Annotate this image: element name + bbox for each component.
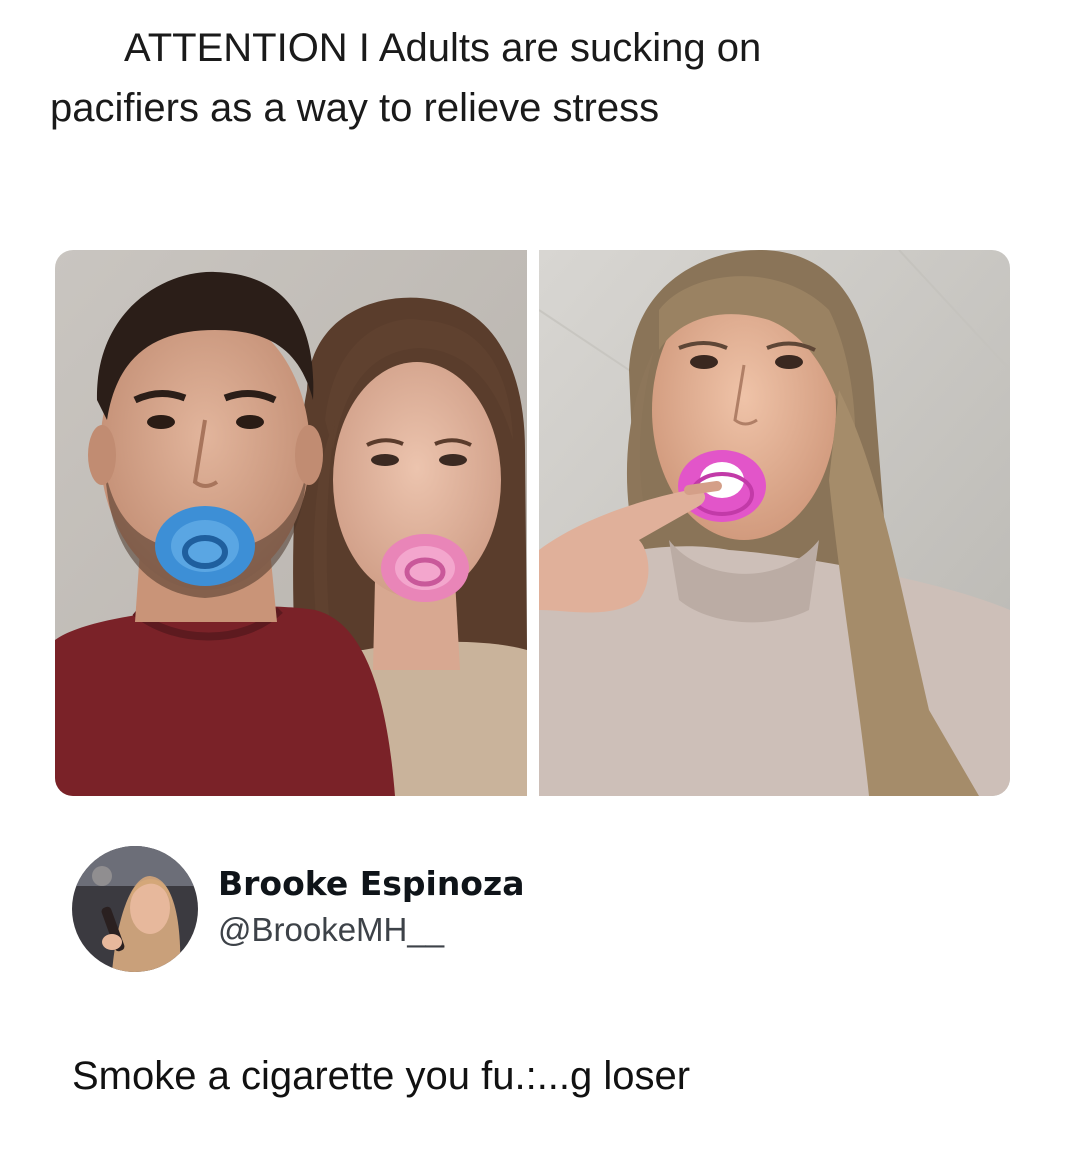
author-display-name[interactable]: Brooke Espinoza bbox=[218, 860, 524, 908]
couple-with-pacifiers-photo[interactable] bbox=[55, 250, 527, 796]
tweet-text: Smoke a cigarette you fu.:...g loser bbox=[72, 1054, 691, 1098]
media-grid[interactable] bbox=[55, 250, 1010, 796]
avatar[interactable] bbox=[72, 846, 198, 972]
author-handle[interactable]: @BrookeMH__ bbox=[218, 908, 524, 952]
headline: ATTENTION I Adults are sucking on pacifi… bbox=[50, 18, 950, 138]
woman-with-pink-pacifier-photo[interactable] bbox=[539, 250, 1010, 796]
headline-line-1: ATTENTION I Adults are sucking on bbox=[124, 26, 762, 70]
author-names: Brooke Espinoza @BrookeMH__ bbox=[218, 860, 524, 952]
headline-line-2: pacifiers as a way to relieve stress bbox=[50, 86, 660, 130]
tweet-author[interactable]: Brooke Espinoza @BrookeMH__ bbox=[72, 846, 524, 972]
